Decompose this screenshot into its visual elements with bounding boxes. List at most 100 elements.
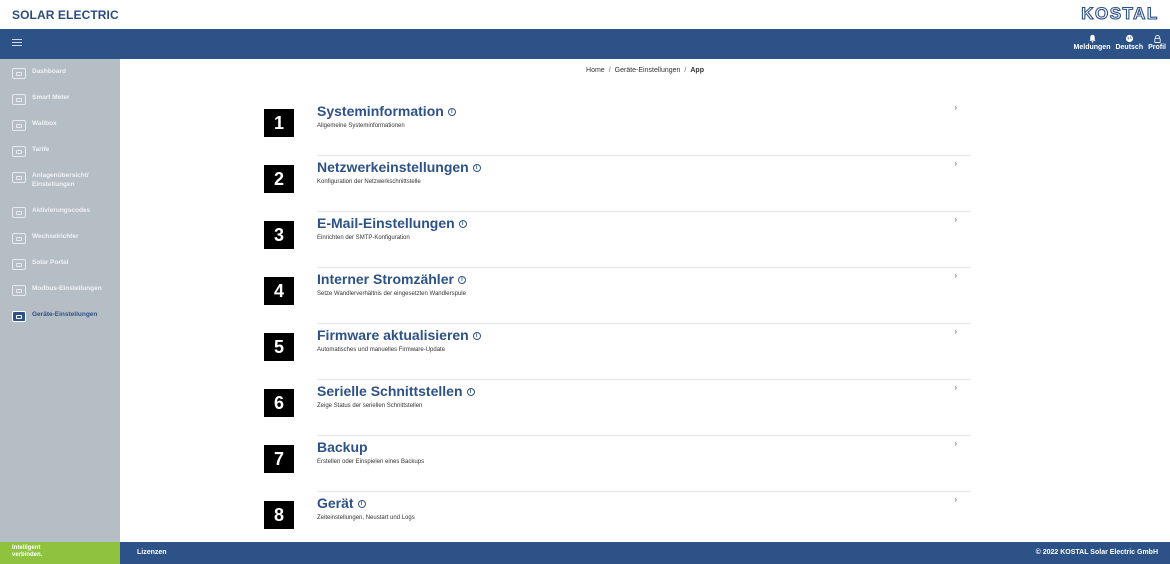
row-subtitle: Einrichten der SMTP-Konfiguration (317, 235, 410, 241)
sidebar-item-plant-overview[interactable]: Anlagenübersicht/ Einstellungen (0, 171, 120, 189)
row-title-wrap: Backup (317, 439, 368, 455)
globe-icon (1125, 34, 1133, 43)
row-title-wrap: Interner Stromzähler i (317, 271, 466, 287)
sidebar-item-label: Modbus-Einstellungen (32, 285, 102, 292)
callout-number: 6 (264, 389, 294, 417)
sidebar-item-tariffs[interactable]: Tarife (0, 145, 120, 157)
slogan-line1: Intelligent (12, 545, 41, 551)
chevron-right-icon: › (954, 215, 957, 224)
callout-number: 5 (264, 333, 294, 361)
row-title: Backup (317, 439, 368, 455)
row-title: Firmware aktualisieren (317, 327, 469, 343)
chevron-right-icon: › (954, 271, 957, 280)
plant-overview-icon (12, 172, 26, 183)
sidebar-item-activation-codes[interactable]: Aktivierungscodes (0, 206, 120, 218)
inverter-icon (12, 233, 26, 244)
notifications-button[interactable]: Meldungen (1074, 31, 1110, 51)
brand-name: SOLAR ELECTRIC (12, 8, 119, 22)
sidebar-item-label: Solar Portal (32, 259, 69, 266)
smart-meter-icon (12, 94, 26, 105)
licenses-link[interactable]: Lizenzen (137, 549, 167, 556)
sidebar-item-smart-meter[interactable]: Smart Meter (0, 93, 120, 105)
language-label: Deutsch (1115, 44, 1144, 51)
top-bar: SOLAR ELECTRIC KOSTAL (0, 0, 1170, 29)
copyright-text: © 2022 KOSTAL Solar Electric GmbH (1035, 549, 1158, 556)
row-title-wrap: Gerät i (317, 495, 366, 511)
bell-icon (1088, 34, 1096, 43)
chevron-right-icon: › (954, 383, 957, 392)
row-title: Gerät (317, 495, 354, 511)
settings-row-device[interactable]: Gerät i Zeiteinstellungen, Neustart und L… (317, 495, 971, 548)
row-title-wrap: Firmware aktualisieren i (317, 327, 481, 343)
profile-button[interactable]: Profil (1148, 31, 1166, 51)
row-title: Serielle Schnittstellen (317, 383, 463, 399)
breadcrumb: Home / Geräte-Einstellungen / App (0, 67, 1170, 74)
settings-row-backup[interactable]: Backup Erstellen oder Einspielen eines B… (317, 439, 971, 492)
sidebar-item-modbus[interactable]: Modbus-Einstellungen (0, 284, 120, 296)
settings-row-email[interactable]: E-Mail-Einstellungen i Einrichten der SMT… (317, 215, 971, 268)
info-icon[interactable]: i (458, 220, 467, 228)
navbar-actions: Meldungen Deutsch Profil (1074, 31, 1166, 51)
sidebar-item-label: Wechselrichter (32, 233, 79, 240)
main-navbar: Meldungen Deutsch Profil (0, 29, 1170, 59)
info-icon[interactable]: i (472, 332, 481, 340)
profile-label: Profil (1148, 44, 1166, 51)
slogan: Intelligent verbinden. (0, 542, 120, 564)
info-icon[interactable]: i (447, 108, 456, 116)
activation-code-icon (12, 207, 26, 218)
sidebar-item-device-settings[interactable]: Geräte-Einstellungen (0, 310, 120, 322)
lock-icon (1153, 35, 1161, 43)
info-icon[interactable]: i (472, 164, 481, 172)
row-subtitle: Zeige Status der seriellen Schnittstelle… (317, 403, 423, 409)
sidebar-item-solar-portal[interactable]: Solar Portal (0, 258, 120, 270)
sidebar-item-inverter[interactable]: Wechselrichter (0, 232, 120, 244)
breadcrumb-home[interactable]: Home (586, 67, 605, 74)
callout-number: 4 (264, 277, 294, 305)
settings-row-system-info[interactable]: Systeminformation i Allgemeine Systeminfo… (317, 103, 971, 156)
wallbox-icon (12, 120, 26, 131)
row-title-wrap: Serielle Schnittstellen i (317, 383, 475, 399)
logo-text: KOSTAL (1081, 4, 1159, 23)
info-icon[interactable]: i (457, 276, 466, 284)
row-title: Interner Stromzähler (317, 271, 454, 287)
row-subtitle: Setze Wandlerverhältnis der eingesetzten… (317, 291, 466, 297)
solar-portal-icon (12, 259, 26, 270)
callout-number: 3 (264, 221, 294, 249)
info-icon[interactable]: i (466, 388, 475, 396)
settings-row-firmware[interactable]: Firmware aktualisieren i Automatisches un… (317, 327, 971, 380)
row-title-wrap: Systeminformation i (317, 103, 456, 119)
row-subtitle: Erstellen oder Einspielen eines Backups (317, 459, 425, 465)
breadcrumb-current: App (690, 67, 704, 74)
settings-row-network[interactable]: Netzwerkeinstellungen i Konfiguration der… (317, 159, 971, 212)
slogan-line2: verbinden. (12, 552, 43, 558)
row-subtitle: Automatisches und manuelles Firmware-Upd… (317, 347, 446, 353)
row-title: E-Mail-Einstellungen (317, 215, 455, 231)
chevron-right-icon: › (954, 327, 957, 336)
row-subtitle: Allgemeine Systeminformationen (317, 123, 405, 129)
callout-number: 2 (264, 165, 294, 193)
row-title: Netzwerkeinstellungen (317, 159, 469, 175)
sidebar: Dashboard Smart Meter Wallbox Tarife Anl… (0, 59, 120, 542)
sidebar-item-label: Wallbox (32, 120, 57, 127)
sidebar-item-label: Smart Meter (32, 94, 70, 101)
breadcrumb-section[interactable]: Geräte-Einstellungen (615, 67, 681, 74)
row-title-wrap: Netzwerkeinstellungen i (317, 159, 481, 175)
callout-number: 1 (264, 109, 294, 137)
hamburger-menu-icon[interactable] (12, 39, 22, 47)
sidebar-item-label: Tarife (32, 146, 50, 153)
row-subtitle: Zeiteinstellungen, Neustart und Logs (317, 515, 415, 521)
modbus-icon (12, 285, 26, 296)
sidebar-item-wallbox[interactable]: Wallbox (0, 119, 120, 131)
chevron-right-icon: › (954, 103, 957, 112)
info-icon[interactable]: i (357, 500, 366, 508)
row-title: Systeminformation (317, 103, 444, 119)
settings-row-internal-meter[interactable]: Interner Stromzähler i Setze Wandlerverhä… (317, 271, 971, 324)
breadcrumb-separator: / (608, 67, 611, 74)
chevron-right-icon: › (954, 495, 957, 504)
sidebar-item-label: Anlagenübersicht/ Einstellungen (32, 172, 89, 188)
settings-row-serial[interactable]: Serielle Schnittstellen i Zeige Status de… (317, 383, 971, 436)
tariff-icon (12, 146, 26, 157)
chevron-right-icon: › (954, 159, 957, 168)
device-settings-icon (12, 311, 26, 322)
language-button[interactable]: Deutsch (1115, 31, 1143, 51)
